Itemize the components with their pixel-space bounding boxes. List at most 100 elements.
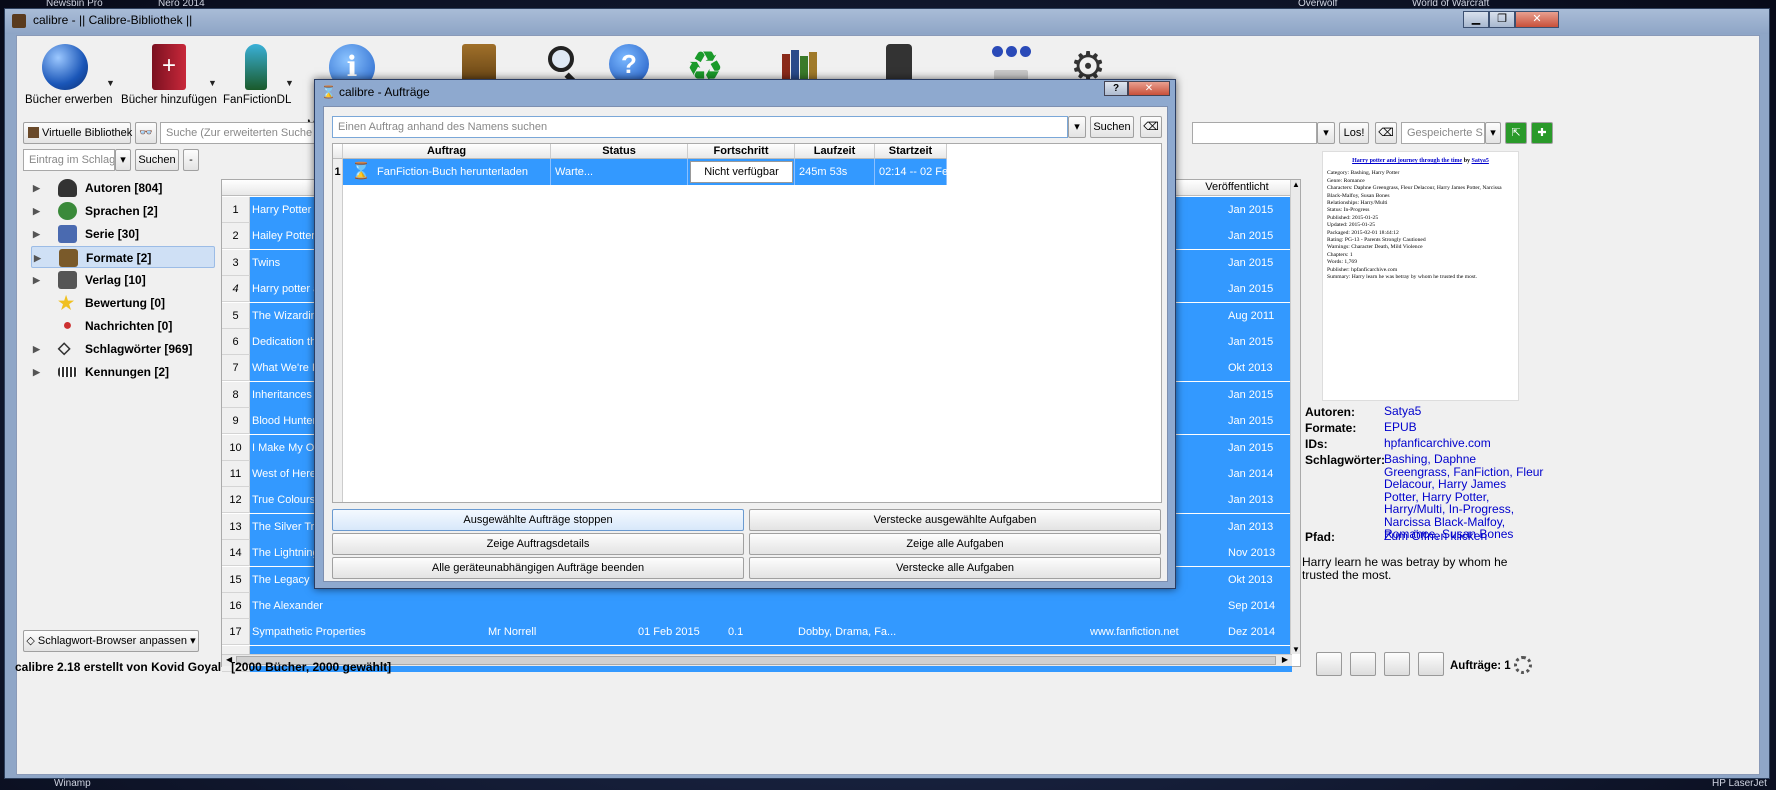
tree-item-formats[interactable]: ▶ Formate [2] xyxy=(31,246,215,268)
row-cells[interactable]: Sympathetic Properties Mr Norrell 01 Feb 2… xyxy=(250,619,1292,646)
stop-selected-jobs-button[interactable]: Ausgewählte Aufträge stoppen xyxy=(332,509,744,531)
clear-job-search-button[interactable]: ⌫ xyxy=(1140,116,1162,138)
cell-pub: Jan 2015 xyxy=(1228,204,1274,216)
jobs-header-progress[interactable]: Fortschritt xyxy=(688,144,795,159)
cell-pub: Jan 2014 xyxy=(1228,468,1274,480)
jobs-header-status[interactable]: Status xyxy=(551,144,688,159)
formats-icon xyxy=(59,249,78,267)
toolbar-buy-books-button[interactable]: Bücher erwerben xyxy=(25,44,113,106)
search-history-dropdown[interactable]: ▾ xyxy=(1317,122,1335,144)
chevron-down-icon[interactable]: ▼ xyxy=(106,78,115,88)
expand-arrow-icon[interactable]: ▶ xyxy=(33,338,43,360)
hourglass-icon: ⌛ xyxy=(351,163,371,180)
clear-search-button[interactable]: ⌫ xyxy=(1375,122,1397,144)
row-number: 11 xyxy=(222,461,250,487)
help-button[interactable]: ? xyxy=(1104,81,1128,96)
expand-arrow-icon[interactable]: ▶ xyxy=(33,269,43,291)
cover-flow-icon[interactable] xyxy=(1350,652,1376,676)
grid-view-icon[interactable] xyxy=(1384,652,1410,676)
save-search-button[interactable]: ⇱ xyxy=(1505,122,1527,144)
stop-all-jobs-button[interactable]: Alle geräteunabhängigen Aufträge beenden xyxy=(332,557,744,579)
table-row[interactable]: 17 Sympathetic Properties Mr Norrell 01 Feb… xyxy=(222,619,1292,646)
virtual-library-button[interactable]: Virtuelle Bibliothek xyxy=(23,122,132,144)
scroll-down-icon[interactable]: ▼ xyxy=(1292,645,1300,654)
cell-pub: Okt 2013 xyxy=(1228,573,1273,586)
show-job-details-button[interactable]: Zeige Auftragsdetails xyxy=(332,533,744,555)
formats-value[interactable]: EPUB xyxy=(1384,421,1417,434)
cell-date: 01 Feb 2015 xyxy=(638,626,700,639)
clear-icon: ⌫ xyxy=(1143,121,1159,133)
expand-arrow-icon[interactable]: ▶ xyxy=(33,361,43,383)
close-dialog-button[interactable]: ✕ xyxy=(1128,81,1170,96)
expand-arrow-icon[interactable]: ▶ xyxy=(33,177,43,199)
table-row[interactable]: 16 The Alexander Sep 2014 xyxy=(222,593,1292,619)
job-name-cell[interactable]: ⌛ FanFiction-Buch herunterladen xyxy=(343,159,551,185)
main-search-input[interactable]: Suche (Zur erweiterten Suche die S xyxy=(160,122,318,144)
scroll-up-icon[interactable]: ▲ xyxy=(1292,180,1300,189)
cover-title: Harry potter and journey through the tim… xyxy=(1352,158,1463,164)
cell-pub: Dez 2014 xyxy=(1228,626,1276,639)
saved-searches-combo[interactable]: Gespeicherte S... xyxy=(1401,122,1485,144)
row-cells[interactable]: The Alexander Sep 2014 xyxy=(250,593,1292,619)
job-status-cell[interactable]: Warte... xyxy=(551,159,688,185)
add-search-button[interactable]: ✚ xyxy=(1531,122,1553,144)
tag-filter-dropdown[interactable]: ▾ xyxy=(115,149,131,171)
path-value[interactable]: Zum Öffnen klicken xyxy=(1384,530,1487,543)
authors-value[interactable]: Satya5 xyxy=(1384,405,1421,418)
busy-spinner-icon xyxy=(1514,656,1532,674)
job-search-dropdown[interactable]: ▾ xyxy=(1068,116,1086,138)
jobs-count[interactable]: Aufträge: 1 xyxy=(1450,660,1511,672)
show-all-jobs-button[interactable]: Zeige alle Aufgaben xyxy=(749,533,1161,555)
jobs-header-runtime[interactable]: Laufzeit xyxy=(795,144,875,159)
vertical-scrollbar[interactable]: ▲ ▼ xyxy=(1290,180,1300,654)
saved-searches-dropdown[interactable]: ▾ xyxy=(1485,122,1501,144)
job-search-button[interactable]: Suchen xyxy=(1090,116,1134,138)
job-start-cell[interactable]: 02:14 -- 02 Feb xyxy=(875,159,954,185)
job-progress-cell[interactable]: Nicht verfügbar xyxy=(688,159,795,185)
jobs-header-start[interactable]: Startzeit xyxy=(875,144,947,159)
chevron-down-icon[interactable]: ▼ xyxy=(208,78,217,88)
row-number: 14 xyxy=(222,540,250,567)
close-window-button[interactable]: ✕ xyxy=(1515,11,1559,28)
tags-value[interactable]: Bashing, Daphne Greengrass, FanFiction, … xyxy=(1384,453,1544,541)
chevron-down-icon[interactable]: ▼ xyxy=(285,78,294,88)
expand-arrow-icon[interactable]: ▶ xyxy=(33,200,43,222)
binoculars-button[interactable]: 👓 xyxy=(135,122,157,144)
jobs-table[interactable]: Auftrag Status Fortschritt Laufzeit Star… xyxy=(332,143,1162,503)
toolbar-add-books-button[interactable]: + Bücher hinzufügen xyxy=(121,44,217,106)
desktop-item-winamp[interactable]: Winamp xyxy=(54,778,91,789)
desktop-item-hp-laserjet[interactable]: HP LaserJet xyxy=(1712,778,1767,789)
scroll-right-icon[interactable]: ▶ xyxy=(1282,655,1288,664)
tag-browser-search-button[interactable]: Suchen xyxy=(135,149,179,171)
chevron-down-icon: ▾ xyxy=(120,154,126,166)
book-cover-preview[interactable]: Harry potter and journey through the tim… xyxy=(1322,151,1519,401)
cell-pub: Nov 2013 xyxy=(1228,547,1276,560)
scrollbar-thumb[interactable] xyxy=(236,656,1276,665)
maximize-button[interactable]: ❐ xyxy=(1489,11,1515,28)
expand-arrow-icon[interactable]: ▶ xyxy=(34,247,44,269)
row-number: 13 xyxy=(222,513,250,540)
toolbar-label: Bücher erwerben xyxy=(25,94,113,106)
ids-value[interactable]: hpfanficarchive.com xyxy=(1384,437,1491,450)
column-header-published[interactable]: Veröffentlicht xyxy=(1192,181,1282,193)
news-icon: ● xyxy=(62,317,73,334)
customize-tag-browser-button[interactable]: ◇ Schlagwort-Browser anpassen ▾ xyxy=(23,630,199,652)
path-label: Pfad: xyxy=(1305,530,1335,544)
job-runtime-cell[interactable]: 245m 53s xyxy=(795,159,875,185)
minimize-button[interactable]: ▁ xyxy=(1463,11,1489,28)
job-search-input[interactable]: Einen Auftrag anhand des Namens suchen xyxy=(332,116,1068,138)
go-search-button[interactable]: Los! xyxy=(1339,122,1369,144)
toolbar-fanfictiondl-button[interactable]: FanFictionDL xyxy=(223,44,291,106)
tag-browser-filter-input[interactable]: Eintrag im Schlag... xyxy=(23,149,115,171)
jobs-header-job[interactable]: Auftrag xyxy=(343,144,551,159)
globe-icon xyxy=(42,44,88,90)
main-search-input-tail[interactable] xyxy=(1192,122,1317,144)
expand-arrow-icon[interactable]: ▶ xyxy=(33,223,43,245)
tag-browser-collapse-button[interactable]: - xyxy=(183,149,199,171)
book-details-icon[interactable] xyxy=(1418,652,1444,676)
hide-all-jobs-button[interactable]: Verstecke alle Aufgaben xyxy=(749,557,1161,579)
jobs-dialog-titlebar[interactable]: ⌛ calibre - Aufträge xyxy=(315,80,1175,104)
tag-browser-tree: ▶ Autoren [804] ▶ Sprachen [2] ▶ Serie [30]… xyxy=(17,176,215,636)
hide-selected-jobs-button[interactable]: Verstecke ausgewählte Aufgaben xyxy=(749,509,1161,531)
tag-icon[interactable] xyxy=(1316,652,1342,676)
